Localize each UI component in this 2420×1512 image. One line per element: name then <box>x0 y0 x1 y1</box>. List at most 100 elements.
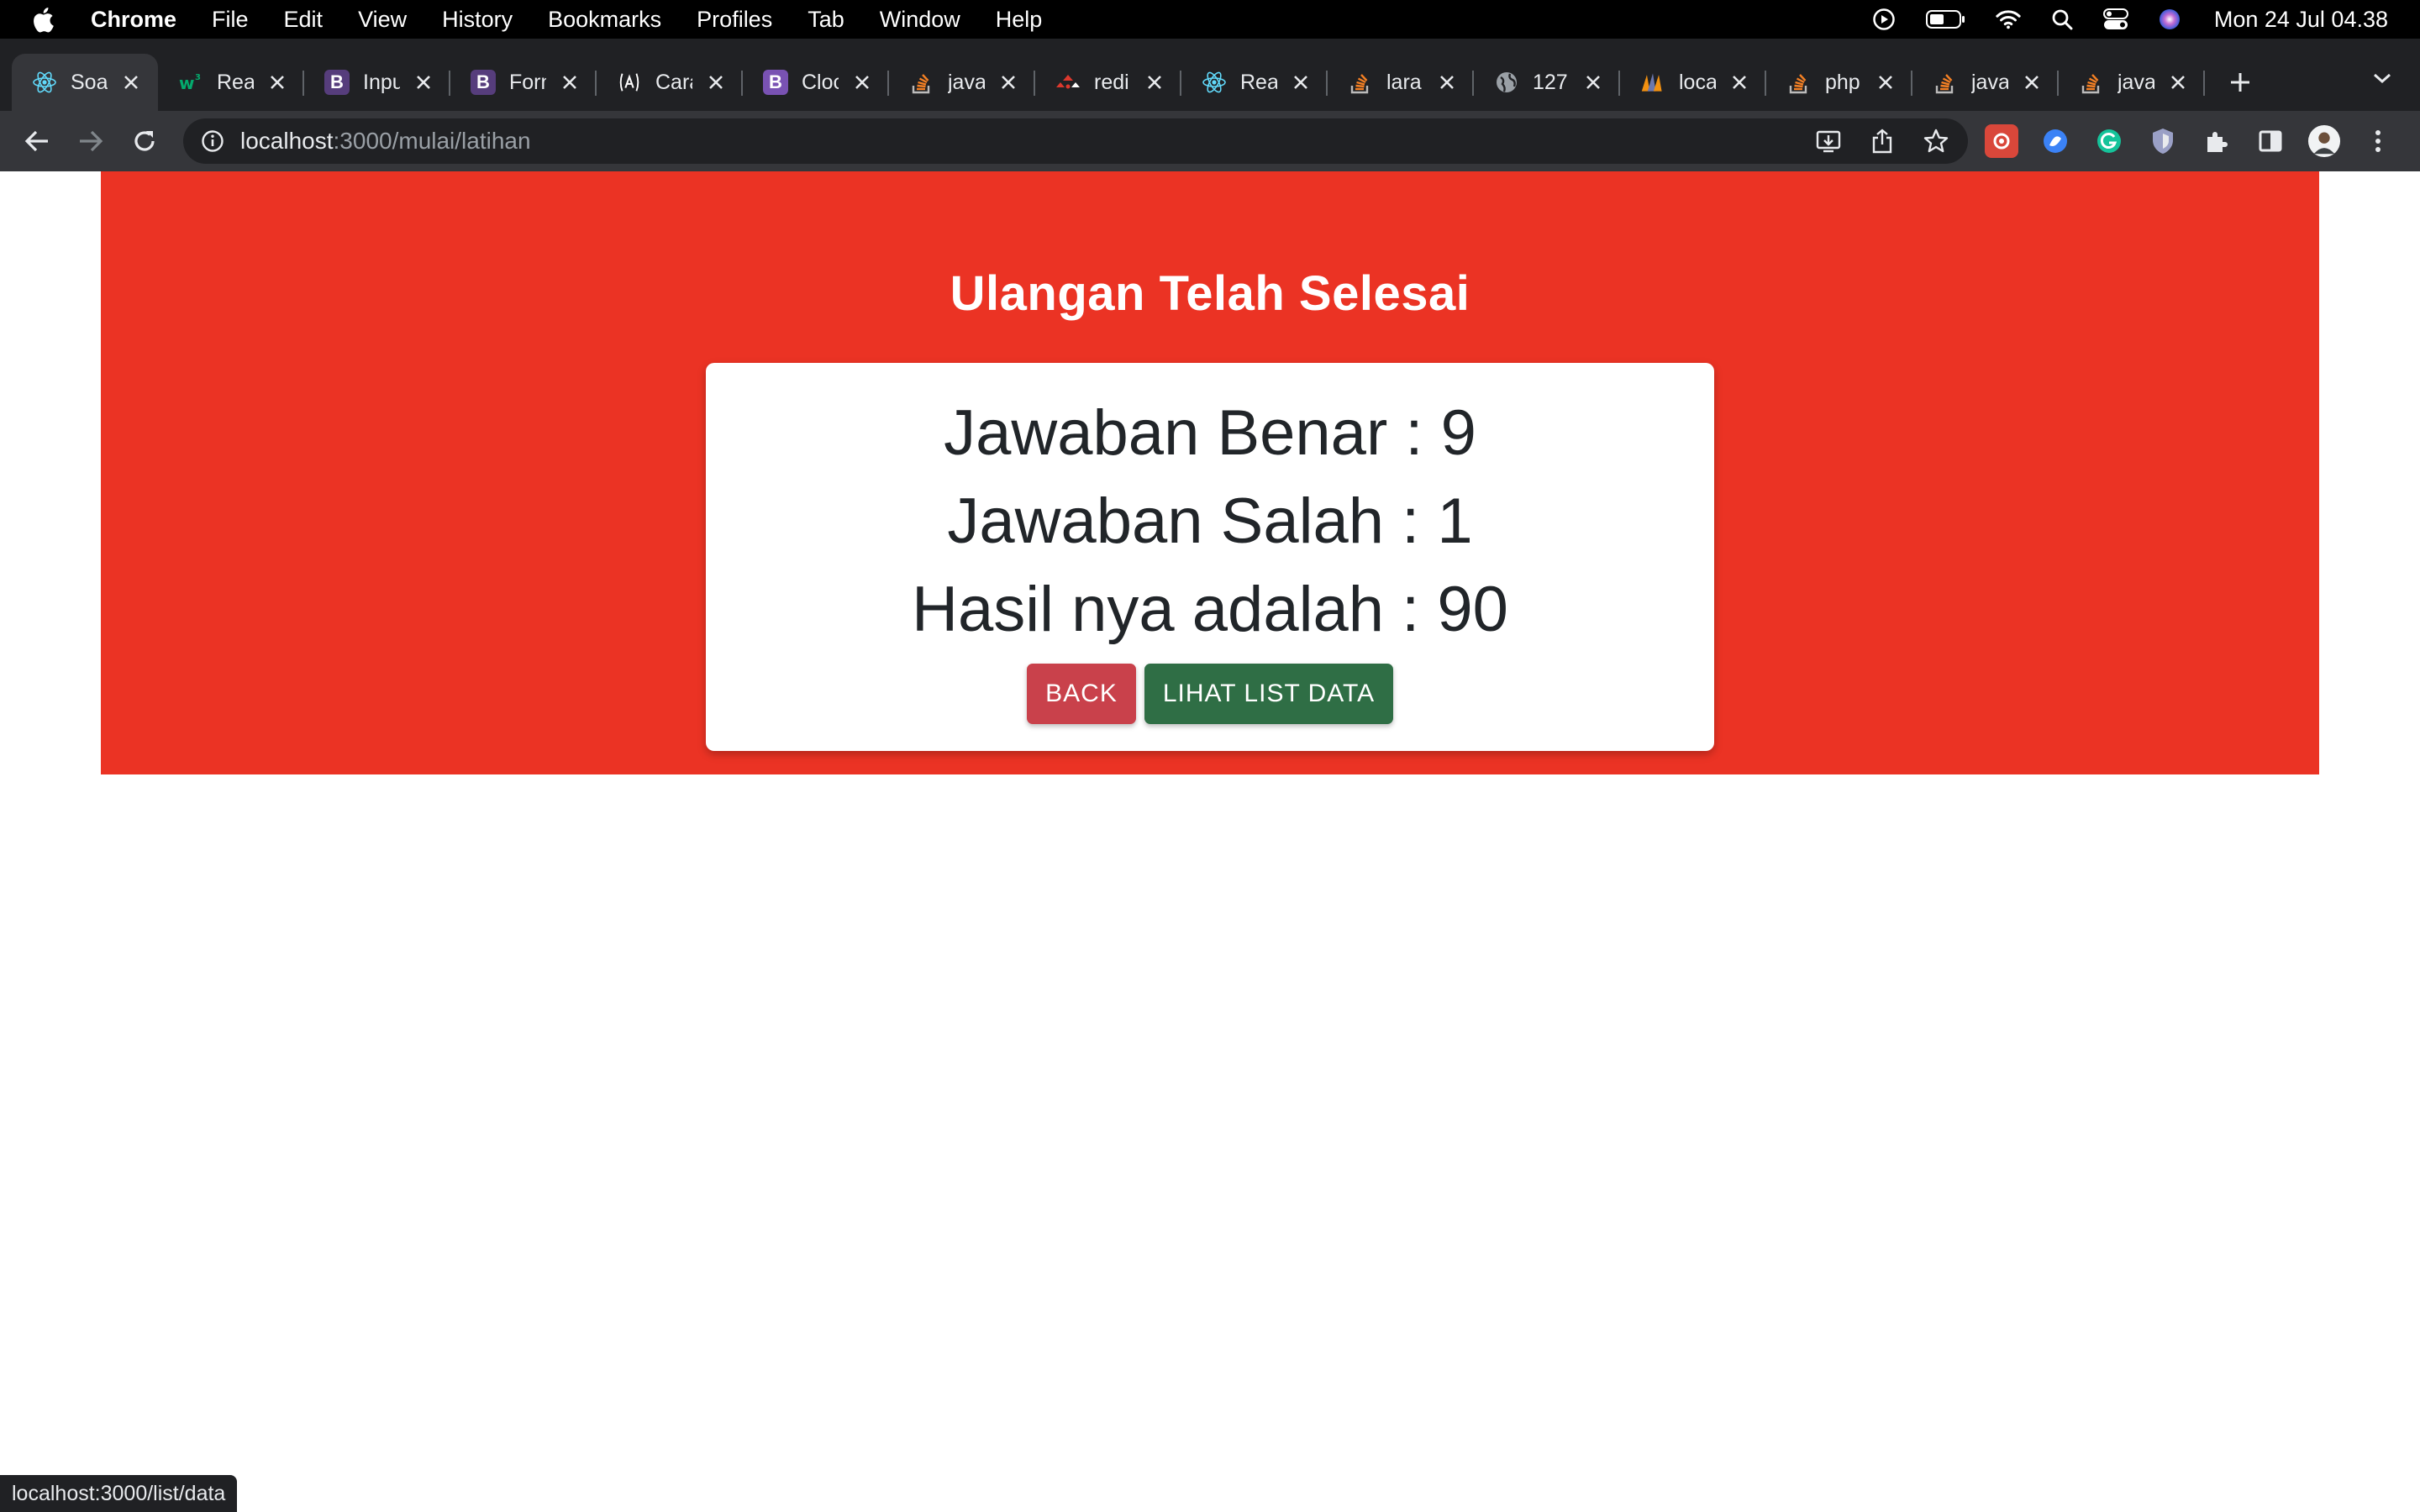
menu-profiles[interactable]: Profiles <box>697 7 772 33</box>
stackoverflow-icon <box>909 70 934 95</box>
close-icon[interactable] <box>1874 71 1897 94</box>
close-icon[interactable] <box>2020 71 2044 94</box>
result-actions: Back Lihat List Data <box>706 664 1714 724</box>
siri-icon[interactable] <box>2157 7 2182 32</box>
back-button[interactable]: Back <box>1027 664 1136 724</box>
tab-title: Rea <box>1240 70 1277 94</box>
svg-text:3: 3 <box>195 73 201 82</box>
w3schools-icon: w3 <box>178 70 203 95</box>
tab-title: Cara <box>655 70 692 94</box>
stackoverflow-icon <box>1786 70 1812 95</box>
browser-tab[interactable]: java <box>2059 54 2205 111</box>
menu-edit[interactable]: Edit <box>284 7 324 33</box>
close-icon[interactable] <box>2166 71 2190 94</box>
install-app-icon[interactable] <box>1812 124 1845 158</box>
spotlight-search-icon[interactable] <box>2049 7 2075 32</box>
close-icon[interactable] <box>558 71 581 94</box>
control-center-icon[interactable] <box>2102 7 2128 32</box>
forward-arrow-icon[interactable] <box>74 124 108 158</box>
reload-icon[interactable] <box>128 124 161 158</box>
close-icon[interactable] <box>850 71 874 94</box>
tab-title: Rea <box>217 70 254 94</box>
close-icon[interactable] <box>412 71 435 94</box>
bookmark-star-icon[interactable] <box>1919 124 1953 158</box>
tab-title: Soal <box>71 70 108 94</box>
puzzle-icon[interactable] <box>2200 124 2233 158</box>
tab-title: php <box>1825 70 1860 94</box>
browser-tab[interactable]: Cara <box>597 54 743 111</box>
browser-tab[interactable]: redi <box>1035 54 1181 111</box>
bootstrap-icon: B <box>763 70 788 95</box>
close-icon[interactable] <box>997 71 1020 94</box>
menu-file[interactable]: File <box>212 7 249 33</box>
tab-title: Forn <box>509 70 546 94</box>
menu-app-name[interactable]: Chrome <box>91 7 176 33</box>
tab-title: 127. <box>1533 70 1570 94</box>
menu-window[interactable]: Window <box>880 7 960 33</box>
browser-tab[interactable]: w 3 Rea <box>158 54 304 111</box>
apple-logo-icon[interactable] <box>32 6 55 33</box>
sidepanel-icon[interactable] <box>2254 124 2287 158</box>
battery-icon[interactable] <box>1925 7 1967 32</box>
browser-tab[interactable]: B Inpu <box>304 54 450 111</box>
new-tab-button[interactable] <box>2217 54 2264 111</box>
grammarly-icon[interactable] <box>2092 124 2126 158</box>
close-icon[interactable] <box>266 71 289 94</box>
play-circle-icon[interactable] <box>1871 7 1897 32</box>
react-icon <box>1202 70 1227 95</box>
redis-icon <box>1055 70 1081 95</box>
phpmyadmin-icon <box>1640 70 1665 95</box>
wifi-icon[interactable] <box>1996 7 2021 32</box>
bootstrap-icon: B <box>324 70 350 95</box>
menu-help[interactable]: Help <box>996 7 1043 33</box>
tab-title: redi <box>1094 70 1129 94</box>
url-path: :3000/mulai/latihan <box>333 128 531 154</box>
close-icon[interactable] <box>1581 71 1605 94</box>
close-icon[interactable] <box>1728 71 1751 94</box>
view-list-data-button[interactable]: Lihat List Data <box>1144 664 1393 724</box>
correct-answers-text: Jawaban Benar : 9 <box>944 397 1476 469</box>
tab-title: loca <box>1679 70 1716 94</box>
close-icon[interactable] <box>1143 71 1166 94</box>
browser-tab[interactable]: java <box>889 54 1035 111</box>
chevron-down-icon[interactable] <box>2370 66 2395 91</box>
browser-toolbar: localhost:3000/mulai/latihan <box>0 111 2420 171</box>
menu-view[interactable]: View <box>358 7 407 33</box>
macos-menu-bar: Chrome File Edit View History Bookmarks … <box>0 0 2420 39</box>
menu-history[interactable]: History <box>442 7 513 33</box>
back-arrow-icon[interactable] <box>20 124 54 158</box>
browser-tab[interactable]: B Cloc <box>743 54 889 111</box>
browser-tab[interactable]: loca <box>1620 54 1766 111</box>
menubar-clock[interactable]: Mon 24 Jul 04.38 <box>2214 7 2388 33</box>
browser-tab[interactable]: Rea <box>1181 54 1328 111</box>
close-icon[interactable] <box>119 71 143 94</box>
close-icon[interactable] <box>704 71 728 94</box>
page-viewport: Ulangan Telah Selesai Jawaban Benar : 9 … <box>0 171 2420 1512</box>
menu-tab[interactable]: Tab <box>808 7 844 33</box>
shield-extension-icon[interactable] <box>2146 124 2180 158</box>
browser-tab[interactable]: B Forn <box>450 54 597 111</box>
close-icon[interactable] <box>1289 71 1313 94</box>
address-bar[interactable]: localhost:3000/mulai/latihan <box>183 118 1968 164</box>
browser-tab[interactable]: 127. <box>1474 54 1620 111</box>
extension-blue-icon[interactable] <box>2039 124 2072 158</box>
address-url[interactable]: localhost:3000/mulai/latihan <box>240 128 531 155</box>
avatar[interactable] <box>2307 124 2341 158</box>
tab-title: java <box>948 70 985 94</box>
browser-tab[interactable]: java <box>1912 54 2059 111</box>
result-banner: Ulangan Telah Selesai Jawaban Benar : 9 … <box>101 171 2319 774</box>
close-icon[interactable] <box>1435 71 1459 94</box>
svg-text:w: w <box>179 73 194 93</box>
site-info-icon[interactable] <box>200 129 225 154</box>
extension-red-icon[interactable] <box>1985 124 2018 158</box>
share-icon[interactable] <box>1865 124 1899 158</box>
browser-tab[interactable]: lara <box>1328 54 1474 111</box>
page-title: Ulangan Telah Selesai <box>950 266 1470 321</box>
browser-tab[interactable]: php <box>1766 54 1912 111</box>
more-vert-icon[interactable] <box>2361 124 2395 158</box>
react-icon <box>32 70 57 95</box>
menu-bookmarks[interactable]: Bookmarks <box>548 7 661 33</box>
tab-title: lara <box>1386 70 1422 94</box>
browser-tab-strip: Soal w3 Rea B Inpu B Forn Cara B Cloc java redi Rea l… <box>0 39 2420 111</box>
browser-tab[interactable]: Soal <box>12 54 158 111</box>
